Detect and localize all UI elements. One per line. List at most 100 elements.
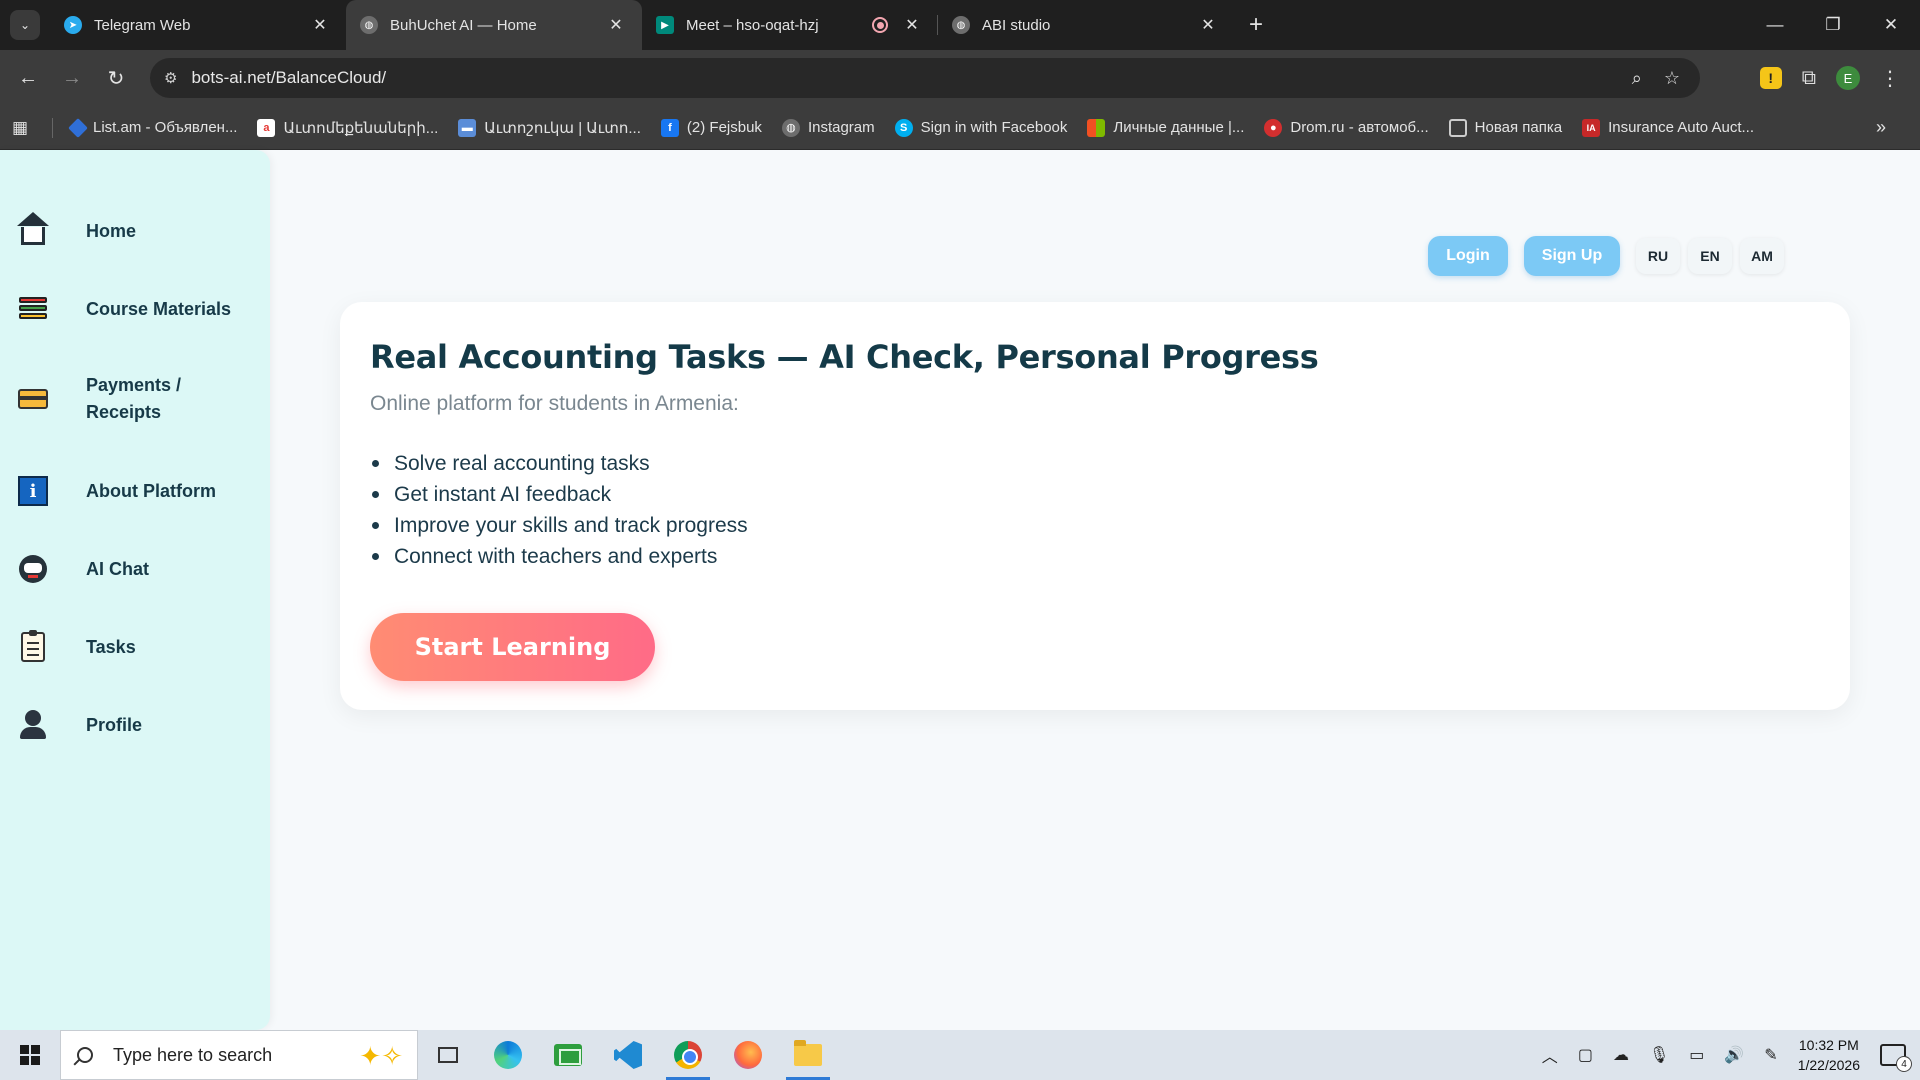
- bookmark-star-icon[interactable]: ☆: [1664, 68, 1680, 89]
- new-tab-button[interactable]: +: [1234, 0, 1278, 50]
- signup-button[interactable]: Sign Up: [1524, 236, 1620, 276]
- robot-icon: [18, 554, 48, 584]
- sidebar-item-tasks[interactable]: Tasks: [18, 630, 258, 662]
- tab-title: Telegram Web: [94, 16, 191, 34]
- start-button[interactable]: [0, 1045, 60, 1065]
- sidebar-item-label: Home: [86, 220, 137, 241]
- clock-time: 10:32 PM: [1798, 1037, 1859, 1053]
- hero-subtitle: Online platform for students in Armenia:: [370, 392, 739, 415]
- start-learning-button[interactable]: Start Learning: [370, 613, 655, 681]
- bookmark-list-am[interactable]: List.am - Объявлен...: [68, 117, 238, 138]
- sidebar-item-ai-chat[interactable]: AI Chat: [18, 554, 258, 584]
- minimize-icon[interactable]: —: [1746, 0, 1804, 50]
- globe-icon: ◍: [781, 118, 800, 137]
- apps-grid-icon[interactable]: ▦: [12, 118, 34, 138]
- notification-badge: 4: [1896, 1056, 1912, 1072]
- clock-date: 1/22/2026: [1797, 1057, 1860, 1073]
- bookmark-drom[interactable]: ● Drom.ru - автомоб...: [1264, 118, 1429, 137]
- bookmark-autoshuka[interactable]: ▬ Աւտոշուկա | Աւտո...: [458, 118, 641, 137]
- bookmark-label: Drom.ru - автомоб...: [1290, 119, 1429, 136]
- bookmark-facebook[interactable]: f (2) Fejsbuk: [660, 118, 762, 137]
- language-en-button[interactable]: EN: [1688, 238, 1732, 274]
- skype-icon: S: [894, 118, 913, 137]
- chevron-down-icon: ⌄: [10, 10, 40, 40]
- sidebar-item-profile[interactable]: Profile: [18, 710, 258, 740]
- tab-meet[interactable]: ▶ Meet – hso-oqat-hzj ✕: [642, 0, 938, 50]
- site-settings-icon[interactable]: ⚙: [164, 69, 177, 87]
- vscode-button[interactable]: [598, 1030, 658, 1080]
- tab-search-button[interactable]: ⌄: [0, 0, 50, 50]
- bookmark-label: Աւտոշուկա | Աւտո...: [484, 119, 641, 137]
- zoom-icon[interactable]: ⌕: [1632, 68, 1642, 89]
- url-text[interactable]: bots-ai.net/BalanceCloud/: [191, 68, 386, 88]
- sidebar-item-about-platform[interactable]: i About Platform: [18, 476, 258, 506]
- car-icon: ▬: [458, 118, 477, 137]
- bookmark-insurance-auto[interactable]: IA Insurance Auto Auct...: [1582, 118, 1754, 137]
- close-icon[interactable]: ✕: [310, 15, 330, 35]
- file-explorer-button[interactable]: [778, 1030, 838, 1080]
- reload-icon[interactable]: ↻: [94, 66, 138, 91]
- back-arrow-icon[interactable]: ←: [6, 67, 50, 90]
- task-view-button[interactable]: [418, 1030, 478, 1080]
- address-bar[interactable]: ⚙ bots-ai.net/BalanceCloud/ ⌕ ☆: [150, 58, 1700, 98]
- bookmark-auto-am[interactable]: a Աւտոմեքենաների...: [257, 118, 438, 137]
- list-item: Get instant AI feedback: [370, 479, 748, 510]
- home-icon: [17, 212, 49, 246]
- speaker-icon[interactable]: 🔊: [1724, 1045, 1744, 1065]
- sidebar-item-course-materials[interactable]: Course Materials: [18, 294, 258, 324]
- firefox-button[interactable]: [718, 1030, 778, 1080]
- clock[interactable]: 10:32 PM 1/22/2026: [1798, 1035, 1860, 1075]
- extensions-puzzle-icon[interactable]: ⧉: [1802, 67, 1816, 90]
- battery-icon[interactable]: ▭: [1689, 1045, 1704, 1065]
- bookmark-new-folder[interactable]: Новая папка: [1448, 118, 1562, 137]
- bookmark-label: (2) Fejsbuk: [686, 119, 762, 136]
- chevron-up-icon[interactable]: ︿: [1542, 1043, 1558, 1067]
- tab-buhuchet-home[interactable]: ◍ BuhUchet AI — Home ✕: [346, 0, 642, 50]
- firefox-icon: [734, 1041, 762, 1069]
- edge-icon: [494, 1041, 522, 1069]
- close-icon[interactable]: ✕: [902, 15, 922, 35]
- credit-card-icon: [18, 384, 48, 414]
- extensions-area: ! ⧉ E ⋮: [1759, 50, 1920, 106]
- iaa-icon: IA: [1582, 118, 1601, 137]
- login-button[interactable]: Login: [1428, 236, 1508, 276]
- window-close-icon[interactable]: ✕: [1862, 0, 1920, 50]
- microsoft-icon: [1087, 118, 1106, 137]
- bookmark-label: Личные данные |...: [1113, 119, 1245, 136]
- bookmark-label: List.am - Объявлен...: [93, 119, 238, 136]
- chrome-button[interactable]: [658, 1030, 718, 1080]
- tab-abi-studio[interactable]: ◍ ABI studio ✕: [938, 0, 1234, 50]
- bookmark-sign-in-facebook[interactable]: S Sign in with Facebook: [894, 118, 1067, 137]
- globe-icon: ◍: [952, 16, 970, 34]
- bookmark-personal-data[interactable]: Личные данные |...: [1087, 118, 1245, 137]
- language-am-button[interactable]: AM: [1740, 238, 1784, 274]
- sparkle-icon: ✦✧: [359, 1041, 403, 1071]
- meet-now-icon[interactable]: ▢: [1578, 1045, 1593, 1065]
- edge-button[interactable]: [478, 1030, 538, 1080]
- more-menu-icon[interactable]: ⋮: [1880, 66, 1900, 91]
- cloud-icon[interactable]: ☁: [1613, 1045, 1629, 1065]
- profile-avatar[interactable]: E: [1836, 66, 1860, 90]
- auto-am-icon: a: [257, 118, 276, 137]
- close-icon[interactable]: ✕: [606, 15, 626, 35]
- extension-icon[interactable]: !: [1759, 67, 1782, 89]
- language-ru-button[interactable]: RU: [1636, 238, 1680, 274]
- more-bookmarks-icon[interactable]: »: [1876, 117, 1886, 138]
- green-app-button[interactable]: [538, 1030, 598, 1080]
- microphone-icon[interactable]: 🎙: [1649, 1045, 1669, 1065]
- restore-icon[interactable]: ❐: [1804, 0, 1862, 50]
- forward-arrow-icon[interactable]: →: [50, 67, 94, 90]
- sidebar-item-home[interactable]: Home: [17, 212, 258, 246]
- sidebar-item-payments[interactable]: Payments / Receipts: [18, 372, 258, 426]
- recording-icon: [872, 17, 888, 33]
- taskbar-search-input[interactable]: Type here to search ✦✧: [60, 1030, 418, 1080]
- bookmark-instagram[interactable]: ◍ Instagram: [781, 118, 875, 137]
- close-icon[interactable]: ✕: [1198, 15, 1218, 35]
- pen-icon[interactable]: ✎: [1764, 1045, 1777, 1065]
- tab-telegram[interactable]: ➤ Telegram Web ✕: [50, 0, 346, 50]
- task-view-icon: [438, 1047, 458, 1063]
- notification-icon[interactable]: 4: [1880, 1044, 1912, 1072]
- page-title: Real Accounting Tasks — AI Check, Person…: [370, 338, 1319, 376]
- info-icon: i: [18, 476, 48, 506]
- drom-icon: ●: [1264, 118, 1283, 137]
